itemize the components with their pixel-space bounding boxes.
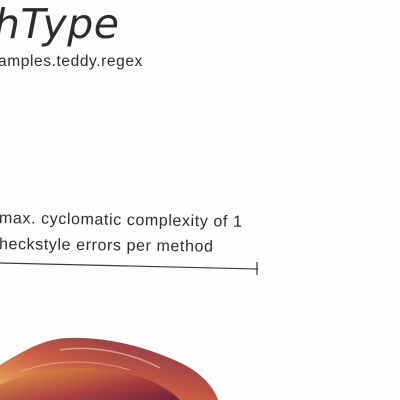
page: hType amples.teddy.regex max. cyclomatic… bbox=[0, 0, 400, 400]
package-name: amples.teddy.regex bbox=[0, 53, 143, 70]
page-title: hType bbox=[0, 0, 120, 48]
complexity-note: max. cyclomatic complexity of 1 bbox=[0, 210, 243, 231]
measure-line bbox=[0, 262, 259, 275]
checkstyle-note: heckstyle errors per method bbox=[0, 236, 214, 256]
measure-rule bbox=[0, 262, 259, 270]
decorative-swoosh bbox=[0, 337, 218, 400]
